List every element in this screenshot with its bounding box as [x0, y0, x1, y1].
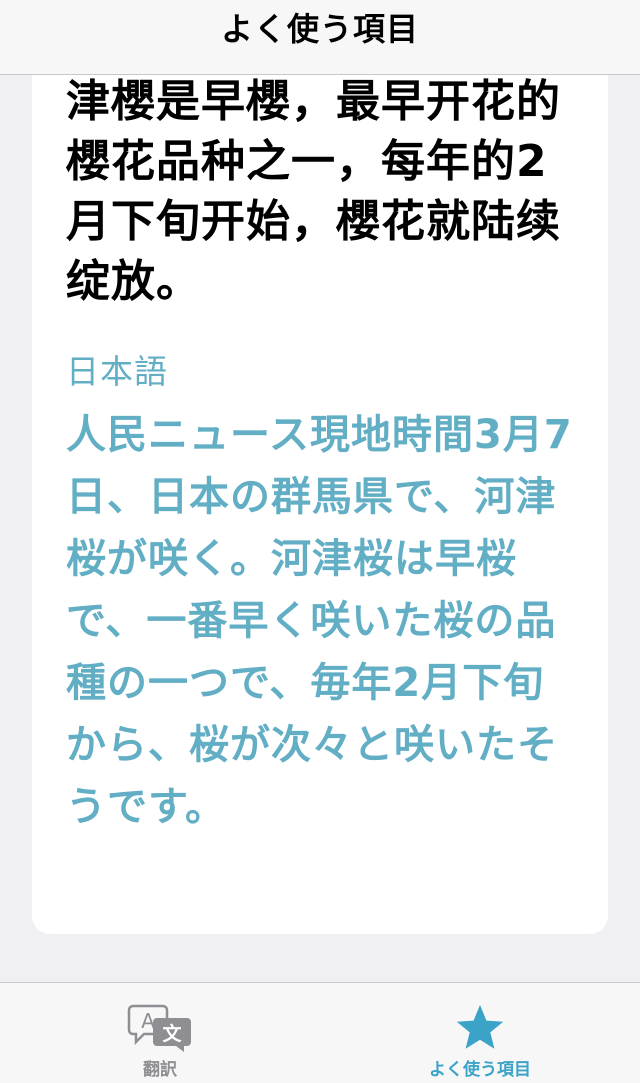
star-icon	[454, 1003, 506, 1057]
translation-card[interactable]: 津櫻是早櫻，最早开花的櫻花品种之一，每年的2月下旬开始，櫻花就陆续绽放。 日本語…	[32, 40, 608, 934]
tab-bar: A 文 翻訳 よく使う項目	[0, 982, 640, 1083]
tab-favorites[interactable]: よく使う項目	[320, 983, 640, 1083]
source-text: 津櫻是早櫻，最早开花的櫻花品种之一，每年的2月下旬开始，櫻花就陆续绽放。	[66, 76, 561, 307]
target-language-label: 日本語	[66, 352, 168, 391]
tab-translate-label: 翻訳	[143, 1060, 177, 1080]
tab-translate[interactable]: A 文 翻訳	[0, 983, 320, 1083]
page-title: よく使う項目	[220, 10, 419, 48]
translated-text: 人民ニュース現地時間3月7日、日本の群馬県で、河津桜が咲く。河津桜は早桜で、一番…	[66, 412, 573, 830]
translate-icon: A 文	[127, 1003, 193, 1057]
navigation-bar: よく使う項目	[0, 0, 640, 75]
svg-text:文: 文	[162, 1022, 182, 1045]
tab-favorites-label: よく使う項目	[429, 1060, 531, 1080]
